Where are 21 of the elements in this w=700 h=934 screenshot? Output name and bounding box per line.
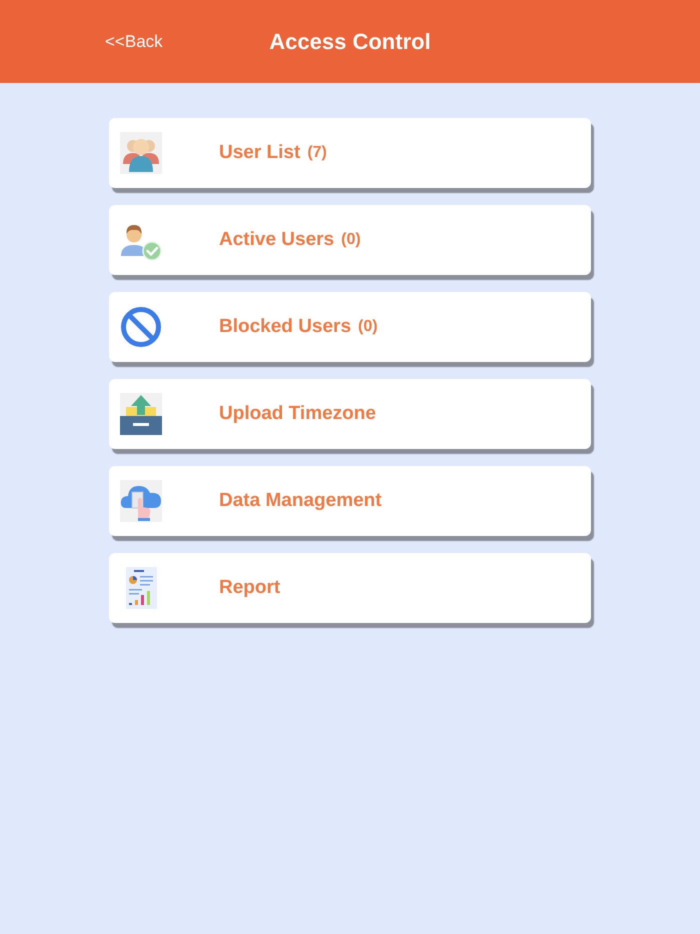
- menu-item[interactable]: Active Users (0): [109, 205, 591, 275]
- menu-item[interactable]: Data Management: [109, 466, 591, 536]
- item-label: Data Management: [219, 490, 382, 512]
- menu-item[interactable]: Upload Timezone: [109, 379, 591, 449]
- item-label: Active Users: [219, 229, 334, 251]
- item-count: (7): [307, 144, 327, 162]
- item-count: (0): [358, 318, 378, 336]
- menu-item[interactable]: Blocked Users (0): [109, 292, 591, 362]
- back-button[interactable]: <<Back: [103, 30, 165, 54]
- item-label: User List: [219, 142, 300, 164]
- menu-item[interactable]: Report: [109, 553, 591, 623]
- item-label: Report: [219, 577, 280, 599]
- prohibited-icon: [120, 306, 162, 348]
- upload-tray-icon: [120, 393, 162, 435]
- item-label: Upload Timezone: [219, 403, 376, 425]
- cloud-hand-icon: [120, 480, 162, 522]
- item-label: Blocked Users: [219, 316, 352, 338]
- page-title: Access Control: [269, 28, 431, 54]
- item-count: (0): [341, 231, 361, 249]
- users-group-icon: [120, 132, 162, 174]
- menu-item[interactable]: User List (7): [109, 118, 591, 188]
